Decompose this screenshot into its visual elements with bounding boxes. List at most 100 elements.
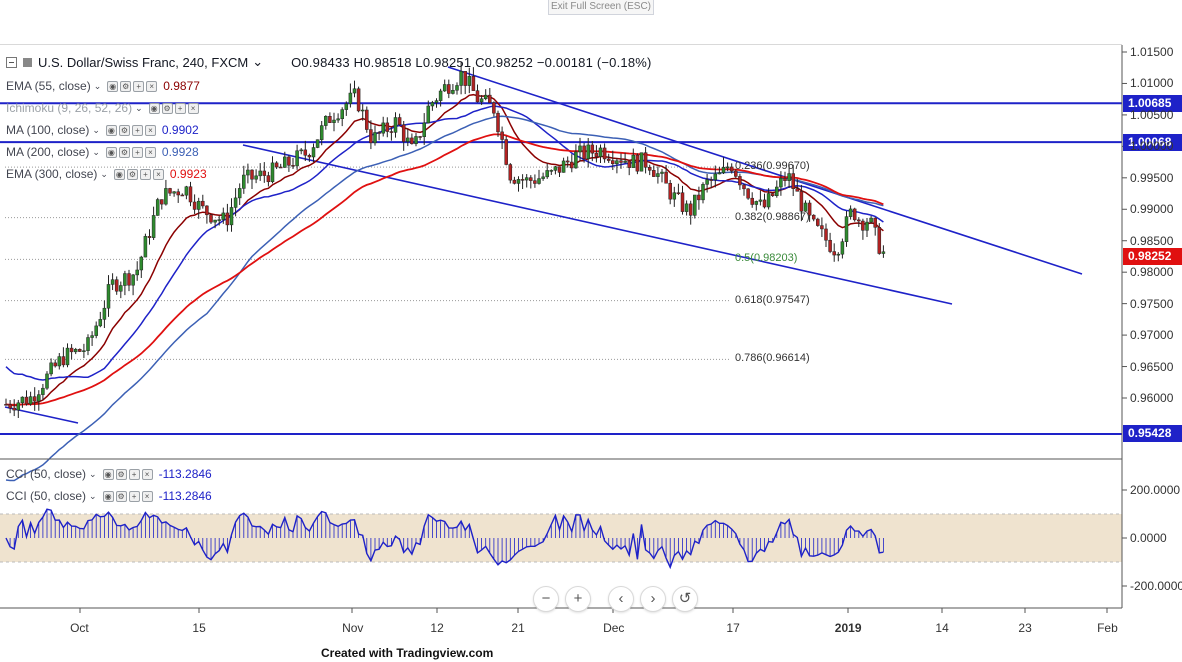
- fib-label: 0.5(0.98203): [735, 252, 798, 265]
- plus-icon[interactable]: +: [128, 490, 140, 502]
- candle-body: [217, 219, 221, 221]
- indicator-value: -113.2846: [158, 467, 212, 481]
- chevron-down-icon[interactable]: ⌄: [89, 487, 97, 505]
- close-icon[interactable]: ×: [141, 468, 153, 480]
- candle-body: [283, 156, 287, 168]
- plus-icon[interactable]: +: [131, 124, 143, 136]
- candle-body: [746, 188, 750, 199]
- zoom-out-button[interactable]: −: [533, 586, 559, 612]
- chevron-down-icon[interactable]: ⌄: [135, 99, 143, 117]
- candle-body: [590, 144, 595, 154]
- eye-icon[interactable]: ◉: [148, 102, 160, 114]
- candle-body: [209, 214, 213, 223]
- plus-icon[interactable]: +: [133, 80, 145, 92]
- candle-body: [656, 173, 660, 177]
- eye-icon[interactable]: ◉: [105, 124, 117, 136]
- gear-icon[interactable]: ⚙: [115, 490, 127, 502]
- candle-body: [254, 175, 258, 180]
- eye-icon[interactable]: ◉: [113, 168, 125, 180]
- chevron-down-icon[interactable]: ⌄: [89, 465, 97, 483]
- candle-body: [94, 325, 98, 336]
- candle-body: [844, 216, 849, 242]
- reset-chart-button[interactable]: ↺: [672, 586, 698, 612]
- candle-body: [336, 118, 340, 121]
- symbol-icon: [23, 57, 32, 67]
- time-tick-label: 12: [430, 621, 444, 635]
- plus-icon[interactable]: +: [128, 468, 140, 480]
- chevron-down-icon[interactable]: ⌄: [92, 143, 100, 161]
- candle-body: [188, 186, 193, 203]
- eye-icon[interactable]: ◉: [102, 468, 114, 480]
- candle-body: [82, 350, 86, 352]
- scroll-toolbar: ‹ › ↺: [608, 586, 698, 612]
- candle-body: [623, 160, 627, 163]
- candle-body: [647, 166, 652, 171]
- time-tick-label: 15: [192, 621, 206, 635]
- close-icon[interactable]: ×: [141, 490, 153, 502]
- candle-body: [57, 356, 62, 367]
- zoom-in-button[interactable]: +: [565, 586, 591, 612]
- candle-body: [549, 170, 554, 172]
- close-icon[interactable]: ×: [144, 146, 156, 158]
- indicator-value: 0.9902: [161, 123, 199, 137]
- candle-body: [274, 162, 279, 168]
- zoom-toolbar: − +: [533, 586, 591, 612]
- time-tick-label: Dec: [603, 621, 625, 635]
- scroll-right-button[interactable]: ›: [640, 586, 666, 612]
- candle-body: [447, 84, 451, 94]
- candle-body: [721, 167, 726, 174]
- gear-icon[interactable]: ⚙: [161, 102, 173, 114]
- time-tick-label: 14: [935, 621, 949, 635]
- candle-body: [729, 166, 734, 172]
- candle-body: [45, 373, 49, 389]
- candle-body: [857, 219, 861, 222]
- chevron-down-icon[interactable]: ⌄: [92, 121, 100, 139]
- candle-body: [820, 225, 824, 230]
- plus-icon[interactable]: +: [139, 168, 151, 180]
- indicator-name: EMA (300, close): [6, 167, 98, 181]
- candle-body: [319, 125, 324, 140]
- indicator-legend-row: EMA (300, close) ⌄ ◉ ⚙ + × 0.9923: [6, 165, 207, 183]
- collapse-icon[interactable]: [6, 56, 17, 68]
- candle-body: [557, 166, 562, 173]
- chart-stage: Exit Full Screen (ESC) U.S. Dollar/Swiss…: [0, 0, 1182, 662]
- eye-icon[interactable]: ◉: [105, 146, 117, 158]
- chevron-down-icon[interactable]: ⌄: [100, 165, 108, 183]
- candle-body: [258, 170, 262, 177]
- candle-body: [541, 176, 545, 179]
- scroll-left-button[interactable]: ‹: [608, 586, 634, 612]
- chevron-down-icon[interactable]: ⌄: [94, 77, 102, 95]
- candle-body: [574, 151, 578, 169]
- candle-body: [570, 161, 574, 169]
- plus-icon[interactable]: +: [174, 102, 186, 114]
- gear-icon[interactable]: ⚙: [118, 124, 130, 136]
- chevron-down-icon[interactable]: ⌄: [252, 54, 263, 70]
- candle-body: [287, 156, 291, 166]
- candle-body: [41, 387, 45, 395]
- candle-body: [811, 214, 816, 220]
- candle-body: [262, 170, 267, 176]
- candle-body: [24, 396, 29, 405]
- candle-body: [20, 396, 25, 404]
- close-icon[interactable]: ×: [144, 124, 156, 136]
- candle-body: [422, 122, 426, 138]
- close-icon[interactable]: ×: [187, 102, 199, 114]
- eye-icon[interactable]: ◉: [102, 490, 114, 502]
- candle-body: [483, 94, 488, 100]
- close-icon[interactable]: ×: [146, 80, 158, 92]
- close-icon[interactable]: ×: [152, 168, 164, 180]
- gear-icon[interactable]: ⚙: [120, 80, 132, 92]
- candle-body: [713, 173, 718, 181]
- gear-icon[interactable]: ⚙: [126, 168, 138, 180]
- gear-icon[interactable]: ⚙: [115, 468, 127, 480]
- price-tick-label: 1.01500: [1130, 45, 1174, 59]
- cci-tick-label: 200.0000: [1130, 483, 1181, 497]
- gear-icon[interactable]: ⚙: [118, 146, 130, 158]
- candle-body: [524, 177, 529, 181]
- price-tick-label: 0.97500: [1130, 296, 1174, 311]
- indicator-buttons: ◉ ⚙ + ×: [113, 168, 164, 180]
- eye-icon[interactable]: ◉: [107, 80, 119, 92]
- plus-icon[interactable]: +: [131, 146, 143, 158]
- price-tick-label: 0.97000: [1130, 328, 1174, 343]
- price-tick-label: 1.01000: [1130, 76, 1174, 91]
